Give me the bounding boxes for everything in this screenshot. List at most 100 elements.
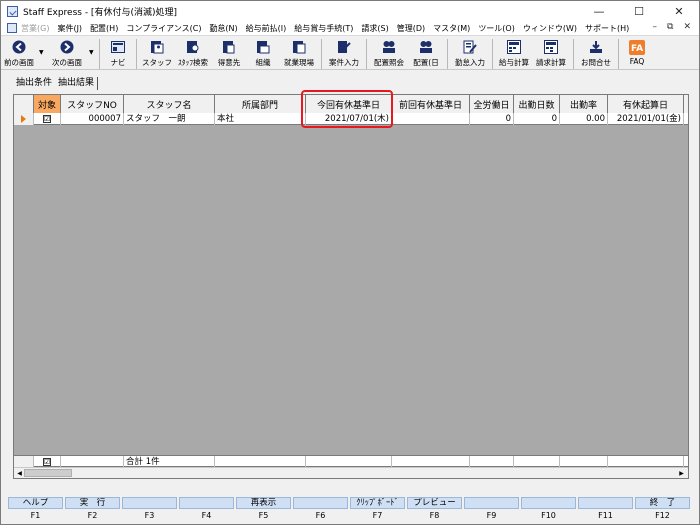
- f4-button[interactable]: [179, 497, 234, 509]
- client-button[interactable]: 得意先: [212, 37, 246, 70]
- menu-billing[interactable]: 請求(S): [361, 23, 388, 34]
- back-dropdown-icon[interactable]: ▼: [39, 49, 44, 56]
- app-icon: [7, 5, 18, 17]
- toolbar-separator: [492, 39, 493, 69]
- f9-button[interactable]: [464, 497, 519, 509]
- col-header-paid-leave-start[interactable]: 有休起算日: [608, 95, 684, 113]
- close-icon[interactable]: ✕: [659, 1, 699, 21]
- toolbar-separator: [573, 39, 574, 69]
- menu-jobs[interactable]: 案件(J): [57, 23, 82, 34]
- col-header-previous-base-date[interactable]: 前回有休基準日: [392, 95, 470, 113]
- col-header-attendance-rate[interactable]: 出勤率: [560, 95, 608, 113]
- scroll-left-icon[interactable]: ◀: [15, 469, 24, 478]
- cell-previous-base-date[interactable]: [392, 113, 470, 125]
- faq-icon: FA: [629, 39, 645, 55]
- cell-attendance-days[interactable]: 0: [514, 113, 560, 125]
- toolbar: 前の画面 ▼ 次の画面 ▼ ナビ スタッフ ｽﾀｯﾌ検索 得意先 組織 就業現場…: [1, 37, 699, 70]
- back-button[interactable]: 前の画面: [1, 37, 37, 70]
- mdi-restore-icon[interactable]: ⧉: [667, 22, 673, 32]
- menu-attendance[interactable]: 勤怠(N): [209, 23, 237, 34]
- worksite-button[interactable]: 就業現場: [280, 37, 318, 70]
- execute-button[interactable]: 実 行: [65, 497, 120, 509]
- row-header-corner: [14, 95, 34, 113]
- toolbar-separator: [136, 39, 137, 69]
- col-header-target[interactable]: 対象: [34, 95, 61, 113]
- menu-sales[interactable]: 営業(G): [21, 23, 49, 34]
- menu-master[interactable]: マスタ(M): [433, 23, 470, 34]
- help-button[interactable]: ヘルプ: [8, 497, 63, 509]
- tab-extract-conditions[interactable]: 抽出条件: [13, 77, 55, 90]
- maximize-icon[interactable]: ☐: [619, 1, 659, 21]
- menu-placement[interactable]: 配置(H): [90, 23, 118, 34]
- organization-button[interactable]: 組織: [246, 37, 280, 70]
- window-title: Staff Express - [有休付与(消滅)処理]: [23, 7, 177, 18]
- placement-daily-icon: [418, 39, 434, 55]
- horizontal-scrollbar[interactable]: ◀ ▶: [14, 467, 688, 478]
- clipboard-button[interactable]: ｸﾘｯﾌﾟﾎﾞｰﾄﾞ: [350, 497, 405, 509]
- navi-icon: [110, 39, 126, 55]
- payroll-calc-button[interactable]: 給与計算: [496, 37, 532, 70]
- f6-button[interactable]: [293, 497, 348, 509]
- cell-staff-name[interactable]: スタッフ 一朗: [124, 113, 215, 125]
- checkbox-checked-icon[interactable]: ☑: [43, 115, 51, 123]
- forward-button[interactable]: 次の画面: [47, 37, 87, 70]
- refresh-button[interactable]: 再表示: [236, 497, 291, 509]
- tab-extract-results[interactable]: 抽出結果: [55, 77, 99, 90]
- navi-button[interactable]: ナビ: [103, 37, 133, 70]
- cell-attendance-rate[interactable]: 0.00: [560, 113, 608, 125]
- col-header-staff-no[interactable]: スタッフNO: [61, 95, 124, 113]
- col-header-staff-name[interactable]: スタッフ名: [124, 95, 215, 113]
- toolbar-separator: [99, 39, 100, 69]
- forward-arrow-icon: [59, 39, 75, 55]
- f10-button[interactable]: [521, 497, 576, 509]
- menu-window[interactable]: ウィンドウ(W): [523, 23, 577, 34]
- job-entry-icon: [336, 39, 352, 55]
- faq-button[interactable]: FA FAQ: [622, 37, 652, 70]
- function-key-bar: ヘルプ F1 実 行 F2 F3 F4 再表示 F5 F6 ｸﾘｯﾌﾟﾎﾞｰﾄﾞ F7 …: [7, 497, 693, 523]
- col-header-total-work-days[interactable]: 全労働日: [470, 95, 514, 113]
- scroll-thumb[interactable]: [24, 469, 72, 477]
- menu-payroll[interactable]: 給与賞与手続(T): [294, 23, 353, 34]
- col-header-department[interactable]: 所属部門: [215, 95, 306, 113]
- checkbox-checked-icon[interactable]: ☑: [43, 458, 51, 466]
- forward-dropdown-icon[interactable]: ▼: [89, 49, 94, 56]
- cell-overflow: [684, 113, 688, 125]
- placement-query-button[interactable]: 配置照会: [370, 37, 408, 70]
- exit-button[interactable]: 終 了: [635, 497, 690, 509]
- f11-button[interactable]: [578, 497, 633, 509]
- worksite-icon: [291, 39, 307, 55]
- billing-calc-button[interactable]: 請求計算: [532, 37, 570, 70]
- cell-total-work-days[interactable]: 0: [470, 113, 514, 125]
- current-row-icon: [21, 115, 26, 123]
- staff-button[interactable]: スタッフ: [140, 37, 174, 70]
- menu-advance-pay[interactable]: 給与前払(I): [246, 23, 287, 34]
- row-selector[interactable]: [14, 113, 34, 125]
- f3-button[interactable]: [122, 497, 177, 509]
- placement-daily-button[interactable]: 配置(日: [408, 37, 444, 70]
- menu-compliance[interactable]: コンプライアンス(C): [126, 23, 201, 34]
- results-grid[interactable]: 対象 スタッフNO スタッフ名 所属部門 今回有休基準日 前回有休基準日 全労働…: [13, 94, 689, 479]
- col-header-attendance-days[interactable]: 出勤日数: [514, 95, 560, 113]
- cell-department[interactable]: 本社: [215, 113, 306, 125]
- toolbar-separator: [321, 39, 322, 69]
- preview-button[interactable]: プレビュー: [407, 497, 462, 509]
- cell-paid-leave-start[interactable]: 2021/01/01(金): [608, 113, 684, 125]
- staff-search-button[interactable]: ｽﾀｯﾌ検索: [174, 37, 212, 70]
- menu-bar: 営業(G) 案件(J) 配置(H) コンプライアンス(C) 勤怠(N) 給与前払…: [1, 21, 699, 36]
- menu-tools[interactable]: ツール(O): [478, 23, 515, 34]
- staff-icon: [149, 39, 165, 55]
- mdi-minimize-icon[interactable]: –: [653, 22, 658, 32]
- menu-support[interactable]: サポート(H): [585, 23, 629, 34]
- billing-calc-icon: [543, 39, 559, 55]
- scroll-right-icon[interactable]: ▶: [677, 469, 686, 478]
- minimize-icon[interactable]: —: [579, 1, 619, 21]
- inquiry-button[interactable]: お問合せ: [577, 37, 615, 70]
- menu-management[interactable]: 管理(D): [397, 23, 425, 34]
- mdi-close-icon[interactable]: ✕: [683, 22, 691, 32]
- document-icon[interactable]: [7, 23, 17, 33]
- tab-bar: 抽出条件 抽出結果: [13, 77, 99, 90]
- cell-staff-no[interactable]: 000007: [61, 113, 124, 125]
- attendance-entry-button[interactable]: 勤怠入力: [451, 37, 489, 70]
- job-entry-button[interactable]: 案件入力: [325, 37, 363, 70]
- target-checkbox[interactable]: ☑: [34, 113, 61, 125]
